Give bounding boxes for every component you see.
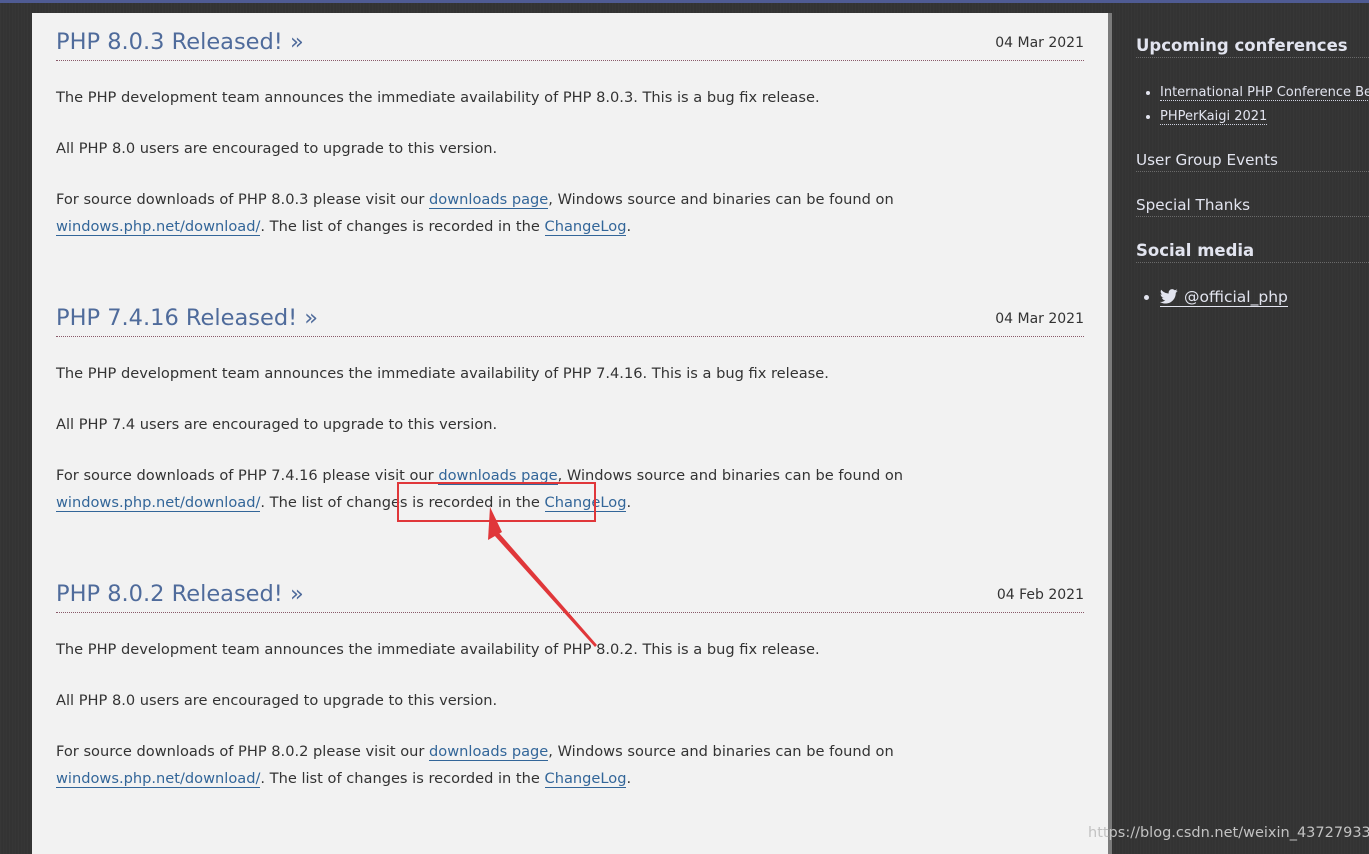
user-group-events-heading[interactable]: User Group Events: [1136, 151, 1369, 172]
downloads-page-link[interactable]: downloads page: [429, 743, 549, 761]
downloads-text-end: .: [626, 494, 632, 511]
news-entry-body: The PHP development team announces the i…: [56, 84, 1084, 240]
news-entry-header: PHP 8.0.3 Released! » 04 Mar 2021: [56, 22, 1084, 61]
changelog-link[interactable]: ChangeLog: [544, 218, 627, 236]
news-entry-php-8-0-3: PHP 8.0.3 Released! » 04 Mar 2021 The PH…: [56, 22, 1084, 240]
social-media-heading: Social media: [1136, 241, 1369, 263]
social-list: @official_php: [1136, 288, 1369, 307]
conferences-list: International PHP Conference Berlin 2021…: [1136, 81, 1369, 129]
windows-download-link[interactable]: windows.php.net/download/: [56, 218, 261, 236]
downloads-text-end: .: [626, 770, 632, 787]
news-paragraph-announcement: The PHP development team announces the i…: [56, 89, 820, 106]
downloads-text-end: .: [626, 218, 632, 235]
list-item: PHPerKaigi 2021: [1160, 105, 1369, 129]
sidebar: Upcoming conferences International PHP C…: [1136, 36, 1369, 307]
news-paragraph-upgrade: All PHP 8.0 users are encouraged to upgr…: [56, 140, 498, 157]
downloads-page-link[interactable]: downloads page: [429, 191, 549, 209]
news-paragraph-upgrade: All PHP 7.4 users are encouraged to upgr…: [56, 416, 498, 433]
list-item: International PHP Conference Berlin 2021: [1160, 81, 1369, 105]
twitter-link[interactable]: @official_php: [1160, 288, 1288, 307]
news-date: 04 Mar 2021: [995, 311, 1084, 327]
news-paragraph-upgrade: All PHP 8.0 users are encouraged to upgr…: [56, 692, 498, 709]
news-main-column: PHP 8.0.3 Released! » 04 Mar 2021 The PH…: [32, 13, 1108, 854]
downloads-text-windows: , Windows source and binaries can be fou…: [548, 743, 894, 760]
downloads-text-windows: , Windows source and binaries can be fou…: [557, 467, 904, 484]
windows-download-link[interactable]: windows.php.net/download/: [56, 494, 261, 512]
downloads-text-lead: For source downloads of PHP 8.0.2 please…: [56, 743, 430, 760]
changelog-link[interactable]: ChangeLog: [544, 770, 627, 788]
news-entry-header: PHP 7.4.16 Released! » 04 Mar 2021: [56, 298, 1084, 337]
downloads-text-lead: For source downloads of PHP 7.4.16 pleas…: [56, 467, 439, 484]
list-item: @official_php: [1160, 288, 1369, 307]
downloads-text-changes: . The list of changes is recorded in the: [260, 218, 545, 235]
conferences-heading: Upcoming conferences: [1136, 36, 1369, 58]
downloads-text-windows: , Windows source and binaries can be fou…: [548, 191, 894, 208]
annotation-arrow-icon: [488, 507, 597, 647]
news-paragraph-downloads: For source downloads of PHP 8.0.3 please…: [56, 186, 1084, 240]
news-paragraph-announcement: The PHP development team announces the i…: [56, 365, 829, 382]
news-title-link[interactable]: PHP 8.0.2 Released! »: [56, 581, 304, 607]
twitter-icon: [1160, 289, 1178, 304]
watermark: https://blog.csdn.net/weixin_43727933: [1088, 825, 1369, 841]
top-strip: [0, 0, 1369, 3]
special-thanks-heading[interactable]: Special Thanks: [1136, 196, 1369, 217]
conference-link[interactable]: International PHP Conference Berlin 2021: [1160, 85, 1369, 101]
news-paragraph-downloads: For source downloads of PHP 8.0.2 please…: [56, 738, 1084, 792]
conference-link[interactable]: PHPerKaigi 2021: [1160, 109, 1268, 125]
downloads-text-lead: For source downloads of PHP 8.0.3 please…: [56, 191, 430, 208]
news-title-link[interactable]: PHP 8.0.3 Released! »: [56, 29, 304, 55]
news-date: 04 Feb 2021: [996, 587, 1084, 603]
twitter-handle: @official_php: [1184, 288, 1288, 306]
content-scroll-edge: [1108, 13, 1112, 854]
news-date: 04 Mar 2021: [995, 35, 1084, 51]
news-title-link[interactable]: PHP 7.4.16 Released! »: [56, 305, 318, 331]
news-entry-body: The PHP development team announces the i…: [56, 636, 1084, 792]
windows-download-link[interactable]: windows.php.net/download/: [56, 770, 261, 788]
downloads-text-changes: . The list of changes is recorded in the: [260, 770, 545, 787]
